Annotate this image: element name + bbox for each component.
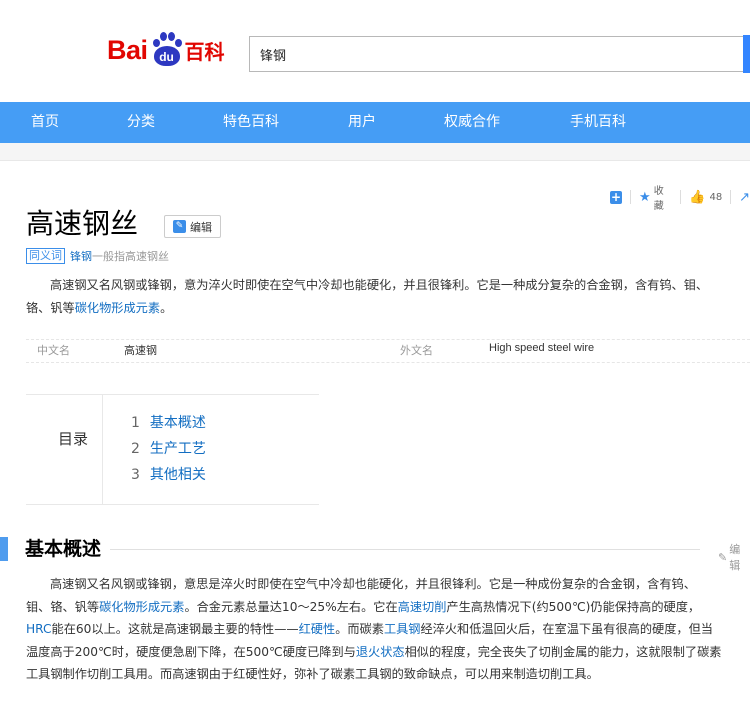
summary-line-1: 高速钢又名风钢或锋钢，意为淬火时即使在空气中冷却也能硬化，并且很锋利。它是一种成… bbox=[50, 278, 709, 292]
search-input[interactable] bbox=[249, 36, 744, 72]
nav-item-cooperation[interactable]: 权威合作 bbox=[444, 102, 500, 143]
catalog: 目录 1 基本概述 2 生产工艺 3 其他相关 bbox=[26, 394, 319, 505]
share-icon[interactable]: ↗ bbox=[739, 190, 750, 205]
header: Bai du 百科 bbox=[0, 0, 750, 102]
pencil-icon: ✎ bbox=[173, 220, 186, 233]
nav-item-mobile[interactable]: 手机百科 bbox=[570, 102, 626, 143]
overview-line-1: 高速钢又名风钢或锋钢，意思是淬火时即使在空气中冷却也能硬化，并且很锋利。它是一种… bbox=[50, 577, 696, 591]
nav-item-users[interactable]: 用户 bbox=[348, 102, 376, 143]
page-title: 高速钢丝 bbox=[26, 207, 139, 240]
overview-text: 相似的程度，完全丧失了切削金属的能力，这就限制了碳素 bbox=[404, 644, 722, 659]
divider bbox=[26, 339, 750, 340]
search-button[interactable] bbox=[743, 35, 750, 73]
edit-button[interactable]: ✎ 编辑 bbox=[164, 215, 221, 238]
star-icon[interactable]: ★ bbox=[639, 190, 651, 205]
overview-text: 能在60以上。这就是高速钢最主要的特性—— bbox=[51, 622, 299, 636]
overview-paragraph: 高速钢又名风钢或锋钢，意思是淬火时即使在空气中冷却也能硬化，并且很锋利。它是一种… bbox=[26, 573, 750, 686]
section-edit-label: 编辑 bbox=[729, 543, 741, 572]
sub-bar bbox=[0, 143, 750, 161]
baidu-baike-logo[interactable]: Bai du 百科 bbox=[107, 30, 225, 70]
favorite-label[interactable]: 收藏 bbox=[654, 182, 673, 212]
synonym-badge[interactable]: 同义词 bbox=[26, 248, 65, 264]
overview-line-5: 工具钢制作切削工具用。而高速钢由于红硬性好，弥补了碳素工具钢的致命缺点，可以用来… bbox=[26, 667, 599, 681]
catalog-label-cell: 目录 bbox=[26, 395, 103, 504]
overview-line-3: HRC能在60以上。这就是高速钢最主要的特性——红硬性。而碳素工具钢经淬火和低温… bbox=[26, 618, 750, 641]
add-icon[interactable]: + bbox=[610, 190, 623, 204]
synonym-row: 同义词 锋钢 一般指高速钢丝 bbox=[26, 248, 169, 264]
pencil-icon: ✎ bbox=[718, 550, 728, 564]
hrc-link[interactable]: HRC bbox=[26, 622, 52, 636]
like-count: 48 bbox=[709, 191, 723, 203]
summary-text: 铬、钒等 bbox=[26, 300, 75, 315]
info-key-chinese-name: 中文名 bbox=[37, 344, 70, 357]
logo-du-text: du bbox=[153, 46, 180, 66]
nav-item-featured[interactable]: 特色百科 bbox=[223, 102, 279, 143]
catalog-item-2[interactable]: 2 生产工艺 bbox=[131, 438, 206, 458]
catalog-text: 生产工艺 bbox=[149, 441, 206, 457]
catalog-item-3[interactable]: 3 其他相关 bbox=[131, 464, 206, 484]
carbide-element-link[interactable]: 碳化物形成元素 bbox=[75, 301, 160, 315]
tool-steel-link[interactable]: 工具钢 bbox=[384, 622, 421, 636]
synonym-link[interactable]: 锋钢 bbox=[70, 248, 92, 264]
summary-paragraph: 高速钢又名风钢或锋钢，意为淬火时即使在空气中冷却也能硬化，并且很锋利。它是一种成… bbox=[26, 274, 750, 319]
divider bbox=[26, 362, 750, 363]
nav-item-home[interactable]: 首页 bbox=[31, 102, 59, 143]
catalog-num: 1 bbox=[131, 415, 140, 431]
overview-line-2: 钼、铬、钒等碳化物形成元素。合金元素总量达10～25%左右。它在高速切削产生高热… bbox=[26, 596, 750, 619]
catalog-label: 目录 bbox=[58, 430, 89, 448]
paw-icon: du bbox=[150, 32, 184, 68]
carbide-element-link[interactable]: 碳化物形成元素 bbox=[99, 600, 184, 614]
divider bbox=[730, 190, 732, 204]
catalog-num: 3 bbox=[131, 467, 140, 483]
divider bbox=[680, 190, 682, 204]
logo-baike-text: 百科 bbox=[184, 39, 225, 64]
thumbs-up-icon[interactable]: 👍 bbox=[689, 190, 705, 205]
overview-text: 经淬火和低温回火后，在室温下虽有很高的硬度，但当 bbox=[420, 622, 714, 636]
nav-item-category[interactable]: 分类 bbox=[127, 102, 155, 143]
divider bbox=[630, 190, 632, 204]
overview-text: 钼、铬、钒等 bbox=[26, 599, 100, 614]
catalog-text: 基本概述 bbox=[149, 415, 206, 431]
synonym-note: 一般指高速钢丝 bbox=[92, 250, 169, 263]
info-value-foreign-name: High speed steel wire bbox=[489, 342, 595, 354]
overview-text: 温度高于200℃时，硬度便急剧下降，在500℃硬度已降到与 bbox=[26, 644, 356, 659]
overview-text: 。而碳素 bbox=[335, 622, 384, 636]
info-value-chinese-name: 高速钢 bbox=[124, 344, 157, 357]
overview-text: 产生高热情况下(约500℃)仍能保持高的硬度， bbox=[446, 599, 701, 614]
section-edit-button[interactable]: ✎ 编辑 bbox=[718, 541, 750, 573]
section-marker bbox=[0, 537, 8, 561]
article-tools: + ★ 收藏 👍 48 ↗ bbox=[610, 186, 750, 212]
info-key-foreign-name: 外文名 bbox=[400, 344, 433, 357]
catalog-num: 2 bbox=[131, 441, 140, 457]
summary-line-2: 铬、钒等碳化物形成元素。 bbox=[26, 297, 750, 320]
summary-text: 。 bbox=[160, 300, 173, 315]
red-hardness-link[interactable]: 红硬性 bbox=[299, 622, 336, 636]
annealed-state-link[interactable]: 退火状态 bbox=[356, 645, 405, 659]
overview-text: 。合金元素总量达10～25%左右。它在 bbox=[184, 599, 398, 614]
divider bbox=[110, 549, 700, 550]
catalog-text: 其他相关 bbox=[149, 467, 206, 483]
edit-label: 编辑 bbox=[190, 220, 212, 234]
catalog-item-1[interactable]: 1 基本概述 bbox=[131, 412, 206, 432]
overview-line-4: 温度高于200℃时，硬度便急剧下降，在500℃硬度已降到与退火状态相似的程度，完… bbox=[26, 641, 750, 664]
main-nav: 首页 分类 特色百科 用户 权威合作 手机百科 bbox=[0, 102, 750, 143]
section-title-overview: 基本概述 bbox=[25, 538, 102, 560]
high-speed-cutting-link[interactable]: 高速切削 bbox=[398, 600, 447, 614]
logo-bai-text: Bai bbox=[107, 34, 148, 65]
